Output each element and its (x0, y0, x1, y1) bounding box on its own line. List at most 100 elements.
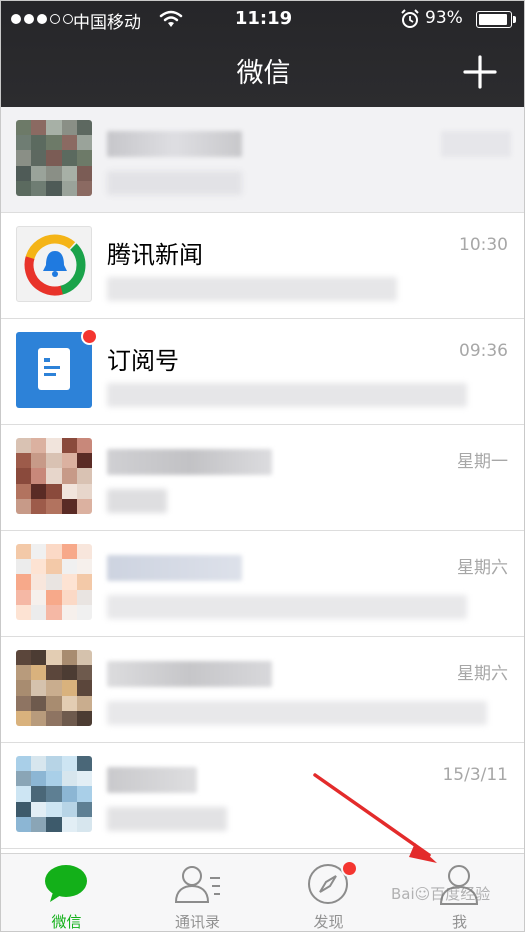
mosaic-cell (16, 120, 32, 136)
mosaic-cell (46, 665, 62, 681)
mosaic-cell (61, 650, 77, 666)
blurred-preview (107, 489, 167, 513)
plus-icon[interactable] (463, 55, 497, 89)
mosaic-cell (31, 483, 47, 499)
mosaic-cell (76, 801, 92, 817)
mosaic-cell (16, 498, 32, 514)
pixelated-avatar (16, 756, 92, 832)
mosaic-cell (31, 786, 47, 802)
mosaic-cell (76, 559, 92, 575)
mosaic-cell (76, 756, 92, 772)
mosaic-cell (46, 695, 62, 711)
tab-label: 发现 (313, 913, 344, 931)
blurred-preview (107, 701, 487, 725)
mosaic-cell (61, 756, 77, 772)
mosaic-cell (31, 135, 47, 151)
chat-time: 15/3/11 (442, 765, 508, 785)
chat-time: 星期一 (457, 452, 508, 472)
unread-dot (81, 328, 98, 345)
mosaic-cell (31, 120, 47, 136)
mosaic-cell (31, 438, 47, 454)
chat-row[interactable]: 星期一 (1, 425, 524, 531)
mosaic-cell (16, 816, 32, 832)
mosaic-cell (46, 559, 62, 575)
mosaic-cell (16, 665, 32, 681)
mosaic-cell (61, 150, 77, 166)
chat-name: 订阅号 (107, 347, 179, 375)
mosaic-cell (61, 604, 77, 620)
mosaic-cell (16, 165, 32, 181)
mosaic-cell (16, 574, 32, 590)
mosaic-cell (76, 468, 92, 484)
chat-row[interactable]: 星期六 (1, 531, 524, 637)
mosaic-cell (31, 756, 47, 772)
blurred-name (107, 449, 272, 475)
mosaic-cell (16, 589, 32, 605)
mosaic-cell (76, 574, 92, 590)
mosaic-cell (76, 150, 92, 166)
blurred-name (107, 131, 242, 157)
alarm-icon (401, 9, 419, 28)
blurred-name (107, 661, 272, 687)
blurred-time (441, 131, 511, 157)
mosaic-cell (61, 453, 77, 469)
avatar (16, 756, 92, 832)
chat-row[interactable]: 星期六 (1, 637, 524, 743)
mosaic-cell (16, 771, 32, 787)
mosaic-cell (76, 786, 92, 802)
mosaic-cell (31, 559, 47, 575)
mosaic-cell (76, 604, 92, 620)
mosaic-cell (16, 756, 32, 772)
chat-row[interactable] (1, 107, 524, 213)
tab-label: 通讯录 (174, 913, 220, 931)
mosaic-cell (16, 544, 32, 560)
mosaic-cell (76, 771, 92, 787)
mosaic-cell (31, 165, 47, 181)
contacts-icon (174, 866, 220, 903)
mosaic-cell (16, 801, 32, 817)
mosaic-cell (76, 180, 92, 196)
mosaic-cell (46, 135, 62, 151)
subscription-icon (16, 332, 92, 408)
chat-row[interactable]: 订阅号 09:36 (1, 319, 524, 425)
tab-chats[interactable]: 微信 (1, 854, 132, 931)
mosaic-cell (76, 589, 92, 605)
chat-name: 腾讯新闻 (107, 241, 203, 269)
mosaic-cell (61, 544, 77, 560)
mosaic-cell (61, 680, 77, 696)
mosaic-cell (46, 650, 62, 666)
mosaic-cell (46, 801, 62, 817)
chat-list[interactable]: 腾讯新闻 10:30 订阅号 09:36 星期一 星期六 星期六 15/3/11 (1, 107, 524, 853)
mosaic-cell (16, 453, 32, 469)
battery-nub (513, 16, 516, 23)
mosaic-cell (46, 150, 62, 166)
blurred-name (107, 767, 197, 793)
mosaic-cell (76, 665, 92, 681)
mosaic-cell (46, 756, 62, 772)
mosaic-cell (46, 574, 62, 590)
avatar (16, 544, 92, 620)
mosaic-cell (46, 483, 62, 499)
mosaic-cell (76, 710, 92, 726)
mosaic-cell (61, 468, 77, 484)
red-arrow-annotation-icon (313, 773, 437, 863)
mosaic-cell (31, 816, 47, 832)
mosaic-cell (31, 589, 47, 605)
mosaic-cell (46, 438, 62, 454)
battery-percent: 93% (425, 8, 463, 28)
mosaic-cell (46, 816, 62, 832)
mosaic-cell (61, 574, 77, 590)
mosaic-cell (16, 438, 32, 454)
mosaic-cell (16, 604, 32, 620)
tab-label: 我 (451, 913, 467, 931)
mosaic-cell (61, 665, 77, 681)
tab-contacts[interactable]: 通讯录 (132, 854, 263, 931)
mosaic-cell (31, 680, 47, 696)
mosaic-cell (31, 453, 47, 469)
mosaic-cell (61, 710, 77, 726)
mosaic-cell (61, 165, 77, 181)
mosaic-cell (46, 786, 62, 802)
mosaic-cell (61, 498, 77, 514)
mosaic-cell (31, 604, 47, 620)
chat-row[interactable]: 腾讯新闻 10:30 (1, 213, 524, 319)
